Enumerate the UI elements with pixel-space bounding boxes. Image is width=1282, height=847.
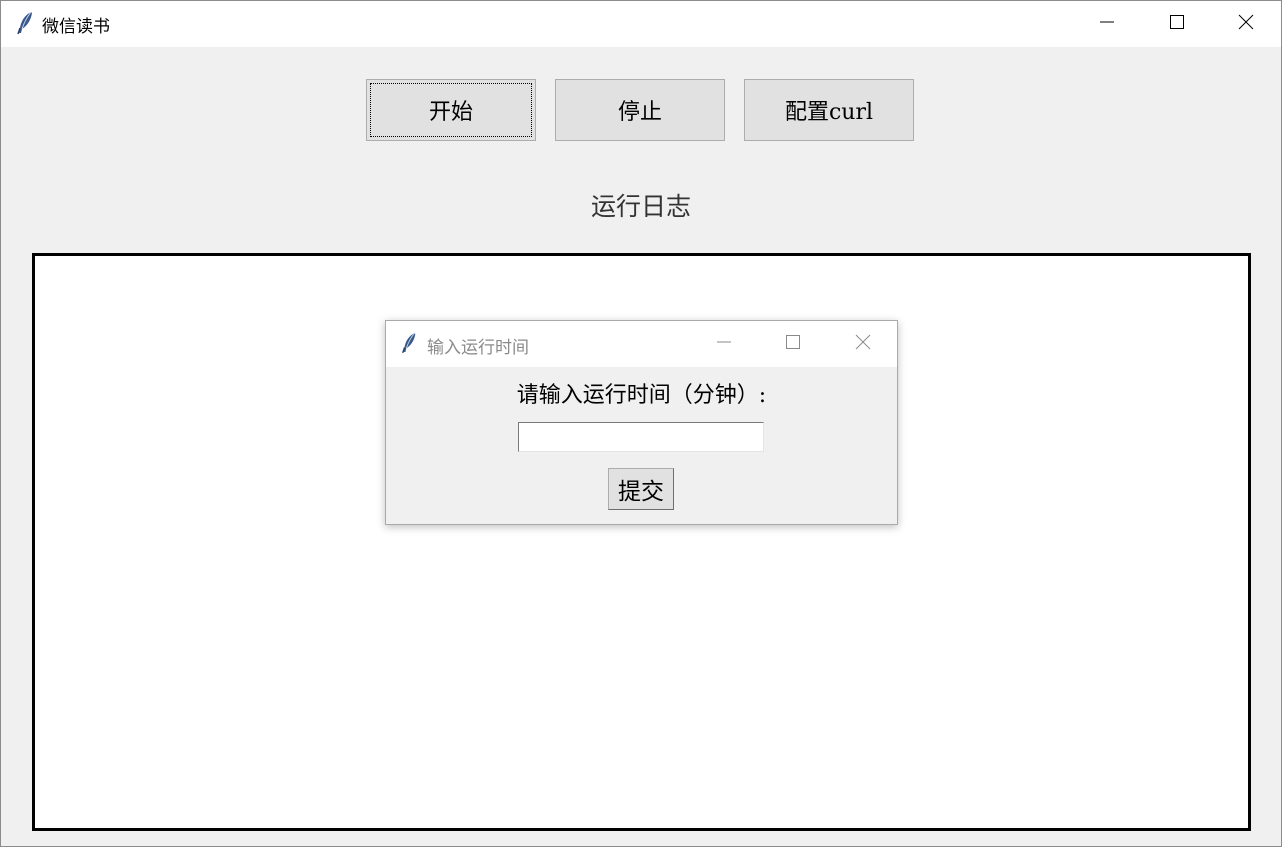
minimize-icon bbox=[1099, 14, 1115, 34]
close-button[interactable] bbox=[1211, 1, 1281, 47]
maximize-icon bbox=[1169, 14, 1185, 34]
dialog-maximize-button[interactable] bbox=[760, 321, 826, 367]
run-time-prompt: 请输入运行时间（分钟）: bbox=[516, 383, 767, 408]
feather-icon bbox=[15, 11, 35, 35]
title-bar[interactable]: 微信读书 bbox=[1, 1, 1281, 47]
main-window: 微信读书 开始 停止 配置curl 运行日志 输入运行时间 请输入运行时间（分钟… bbox=[0, 0, 1282, 847]
maximize-icon bbox=[785, 334, 801, 354]
dialog-minimize-button[interactable] bbox=[691, 321, 757, 367]
run-time-input[interactable] bbox=[518, 422, 764, 452]
minimize-icon bbox=[716, 334, 732, 354]
dialog-title: 输入运行时间 bbox=[427, 338, 529, 358]
feather-icon bbox=[400, 331, 418, 355]
log-title: 运行日志 bbox=[590, 192, 691, 221]
stop-button[interactable]: 停止 bbox=[555, 79, 725, 141]
close-icon bbox=[1238, 14, 1254, 34]
submit-button[interactable]: 提交 bbox=[608, 468, 674, 510]
minimize-button[interactable] bbox=[1072, 1, 1142, 47]
maximize-button[interactable] bbox=[1142, 1, 1212, 47]
dialog-close-button[interactable] bbox=[830, 321, 896, 367]
start-button[interactable]: 开始 bbox=[366, 79, 536, 141]
dialog-title-bar[interactable]: 输入运行时间 bbox=[386, 321, 897, 367]
config-curl-button[interactable]: 配置curl bbox=[744, 79, 914, 141]
close-icon bbox=[855, 334, 871, 354]
run-time-dialog: 输入运行时间 请输入运行时间（分钟）: 提交 bbox=[385, 320, 898, 525]
window-title: 微信读书 bbox=[42, 17, 110, 37]
